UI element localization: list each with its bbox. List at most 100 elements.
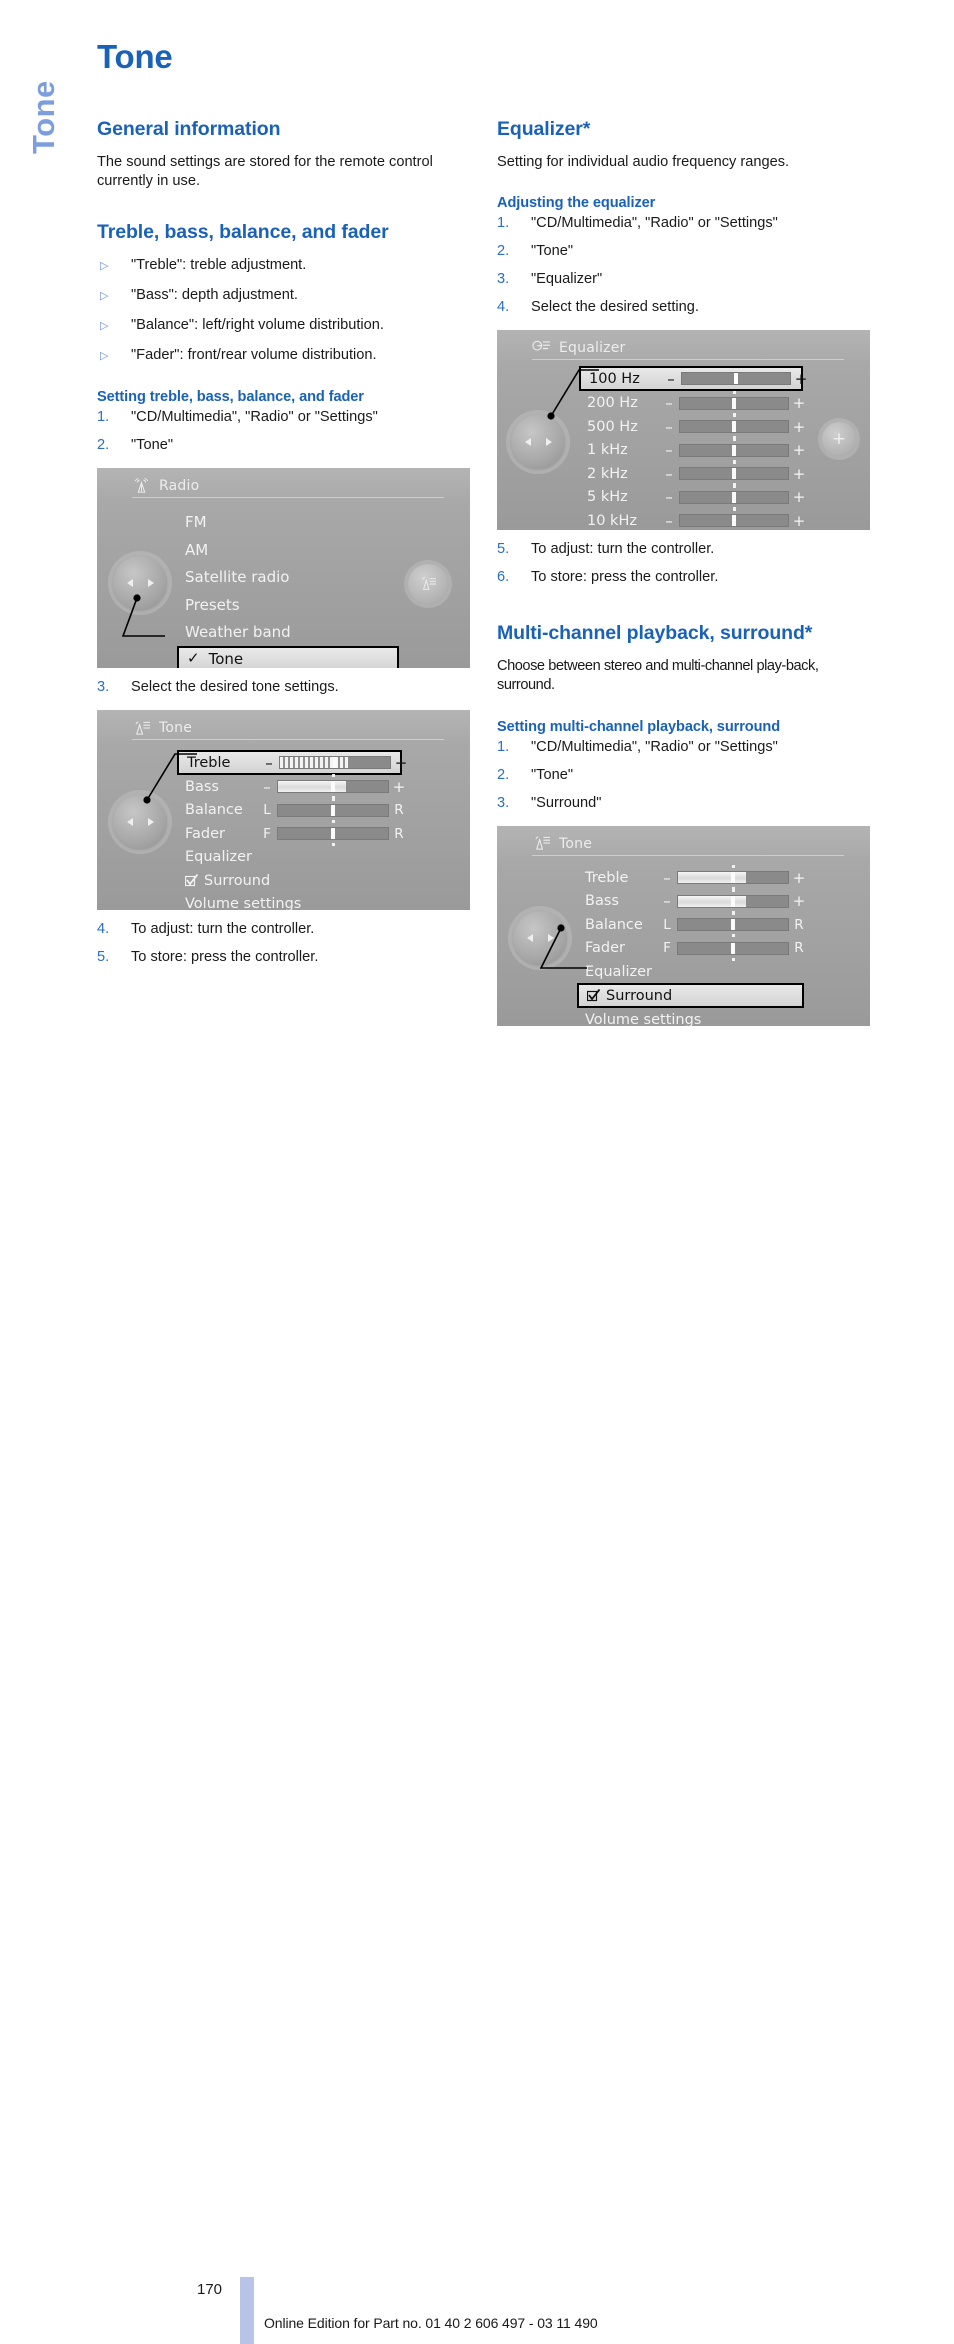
tone-row-volume-settings[interactable]: Volume settings (181, 893, 432, 910)
increase-icon[interactable]: + (792, 394, 806, 412)
tone-row-treble[interactable]: Treble – + (177, 750, 407, 776)
increase-icon[interactable]: + (792, 869, 806, 887)
slider-track[interactable] (679, 467, 789, 481)
eq-row-500hz[interactable]: 500 Hz – + (583, 414, 832, 440)
menu-item-tone[interactable]: ✓ Tone (177, 645, 399, 669)
slider-thumb[interactable] (732, 515, 736, 527)
slider[interactable] (676, 414, 792, 440)
increase-icon[interactable]: + (392, 778, 406, 796)
slider[interactable] (676, 484, 792, 510)
idrive-controller-knob[interactable] (513, 910, 567, 965)
slider-thumb[interactable] (734, 373, 738, 385)
menu-item-am[interactable]: AM (181, 536, 432, 564)
tone-row-equalizer[interactable]: Equalizer (581, 960, 832, 984)
increase-icon[interactable]: + (794, 370, 808, 388)
slider-thumb[interactable] (732, 444, 736, 456)
eq-row-5khz[interactable]: 5 kHz – + (583, 484, 832, 510)
decrease-icon[interactable]: – (662, 394, 676, 412)
slider-thumb[interactable] (331, 781, 335, 793)
slider-track[interactable] (679, 443, 789, 457)
slider[interactable] (674, 888, 792, 914)
slider-track[interactable] (679, 490, 789, 504)
slider-thumb[interactable] (731, 895, 735, 907)
increase-icon[interactable]: + (792, 465, 806, 483)
slider-track[interactable] (681, 372, 791, 386)
tone-row-surround[interactable]: Surround (577, 983, 804, 1009)
tone-row-treble[interactable]: Treble – + (581, 865, 832, 891)
tone-row-surround[interactable]: Surround (181, 869, 432, 893)
slider[interactable] (676, 461, 792, 487)
radio-tuner-button[interactable] (408, 564, 448, 605)
increase-icon[interactable]: + (792, 892, 806, 910)
decrease-icon[interactable]: – (662, 465, 676, 483)
decrease-icon[interactable]: – (662, 441, 676, 459)
menu-item-satellite-radio[interactable]: Satellite radio (181, 563, 432, 591)
checkbox-checked-icon[interactable] (587, 989, 600, 1002)
slider-thumb[interactable] (731, 942, 735, 954)
eq-row-10khz[interactable]: 10 kHz – + (583, 508, 832, 531)
tone-row-volume-settings[interactable]: Volume settings (581, 1008, 832, 1026)
increase-icon[interactable]: + (792, 418, 806, 436)
slider[interactable] (674, 912, 792, 938)
decrease-icon[interactable]: – (664, 370, 678, 388)
eq-row-2khz[interactable]: 2 kHz – + (583, 461, 832, 487)
slider-track[interactable] (677, 918, 789, 932)
slider-thumb[interactable] (731, 872, 735, 884)
slider[interactable] (676, 508, 792, 528)
slider-thumb[interactable] (731, 919, 735, 931)
decrease-icon[interactable]: – (662, 512, 676, 530)
decrease-icon[interactable]: – (660, 869, 674, 887)
slider-thumb[interactable] (333, 757, 337, 769)
slider-track[interactable] (277, 827, 389, 841)
tone-row-fader[interactable]: Fader F R (181, 822, 432, 847)
decrease-icon[interactable]: – (662, 418, 676, 436)
decrease-icon[interactable]: – (260, 778, 274, 796)
slider-track[interactable] (277, 803, 389, 817)
slider-track[interactable] (277, 780, 389, 794)
eq-row-1khz[interactable]: 1 kHz – + (583, 437, 832, 463)
menu-item-weather-band[interactable]: Weather band (181, 618, 432, 646)
decrease-icon[interactable]: – (262, 754, 276, 772)
increase-icon[interactable]: + (792, 488, 806, 506)
slider[interactable] (678, 372, 794, 386)
increase-icon[interactable]: + (792, 512, 806, 530)
slider-thumb[interactable] (732, 421, 736, 433)
slider[interactable] (676, 437, 792, 463)
slider[interactable] (274, 797, 392, 823)
idrive-controller-knob[interactable] (113, 795, 167, 850)
menu-item-fm[interactable]: FM (181, 508, 432, 536)
idrive-controller-knob[interactable] (113, 556, 167, 611)
slider[interactable] (674, 865, 792, 891)
increase-icon[interactable]: + (792, 441, 806, 459)
slider[interactable] (676, 390, 792, 416)
slider-track[interactable] (679, 514, 789, 528)
slider-track[interactable] (679, 420, 789, 434)
slider-track[interactable] (679, 396, 789, 410)
tone-row-balance[interactable]: Balance L R (181, 797, 432, 823)
slider-thumb[interactable] (732, 491, 736, 503)
eq-row-200hz[interactable]: 200 Hz – + (583, 390, 832, 416)
slider-track[interactable] (279, 756, 391, 770)
add-button[interactable]: + (822, 422, 856, 457)
idrive-controller-knob[interactable] (511, 415, 565, 470)
slider[interactable] (274, 774, 392, 800)
slider-thumb[interactable] (732, 468, 736, 480)
slider-thumb[interactable] (331, 804, 335, 816)
tone-row-bass[interactable]: Bass – + (181, 774, 432, 800)
tone-row-equalizer[interactable]: Equalizer (181, 846, 432, 870)
increase-icon[interactable]: + (394, 754, 408, 772)
slider-thumb[interactable] (732, 397, 736, 409)
tone-row-fader[interactable]: Fader F R (581, 936, 832, 961)
slider-track[interactable] (677, 871, 789, 885)
checkbox-checked-icon[interactable] (185, 874, 198, 887)
tone-row-balance[interactable]: Balance L R (581, 912, 832, 938)
slider-track[interactable] (677, 941, 789, 955)
decrease-icon[interactable]: – (662, 488, 676, 506)
slider-track[interactable] (677, 894, 789, 908)
decrease-icon[interactable]: – (660, 892, 674, 910)
tone-row-bass[interactable]: Bass – + (581, 888, 832, 914)
slider-thumb[interactable] (331, 828, 335, 840)
slider[interactable] (674, 941, 792, 961)
slider[interactable] (276, 756, 394, 770)
menu-item-presets[interactable]: Presets (181, 591, 432, 619)
